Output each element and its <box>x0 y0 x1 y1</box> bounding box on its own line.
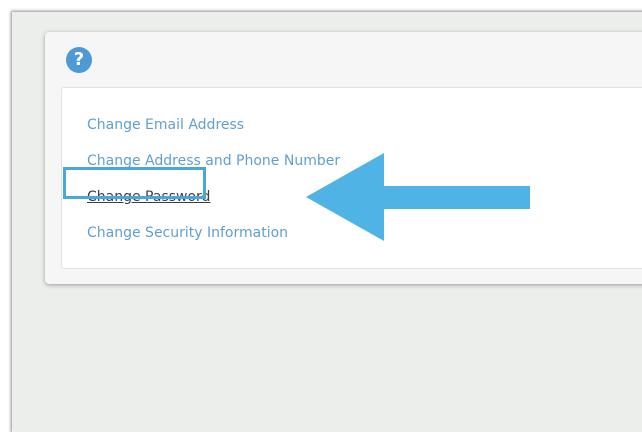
help-icon[interactable]: ? <box>66 47 92 73</box>
settings-links-list: Change Email Address Change Address and … <box>87 116 340 260</box>
list-item: Change Email Address <box>87 116 340 152</box>
arrow-shape <box>306 153 530 241</box>
change-email-link[interactable]: Change Email Address <box>87 117 244 133</box>
list-item: Change Password <box>87 188 340 224</box>
change-address-phone-link[interactable]: Change Address and Phone Number <box>87 153 340 169</box>
pointer-arrow-icon <box>306 153 530 241</box>
change-password-link[interactable]: Change Password <box>87 189 210 205</box>
change-security-info-link[interactable]: Change Security Information <box>87 225 288 241</box>
list-item: Change Address and Phone Number <box>87 152 340 188</box>
list-item: Change Security Information <box>87 224 340 260</box>
